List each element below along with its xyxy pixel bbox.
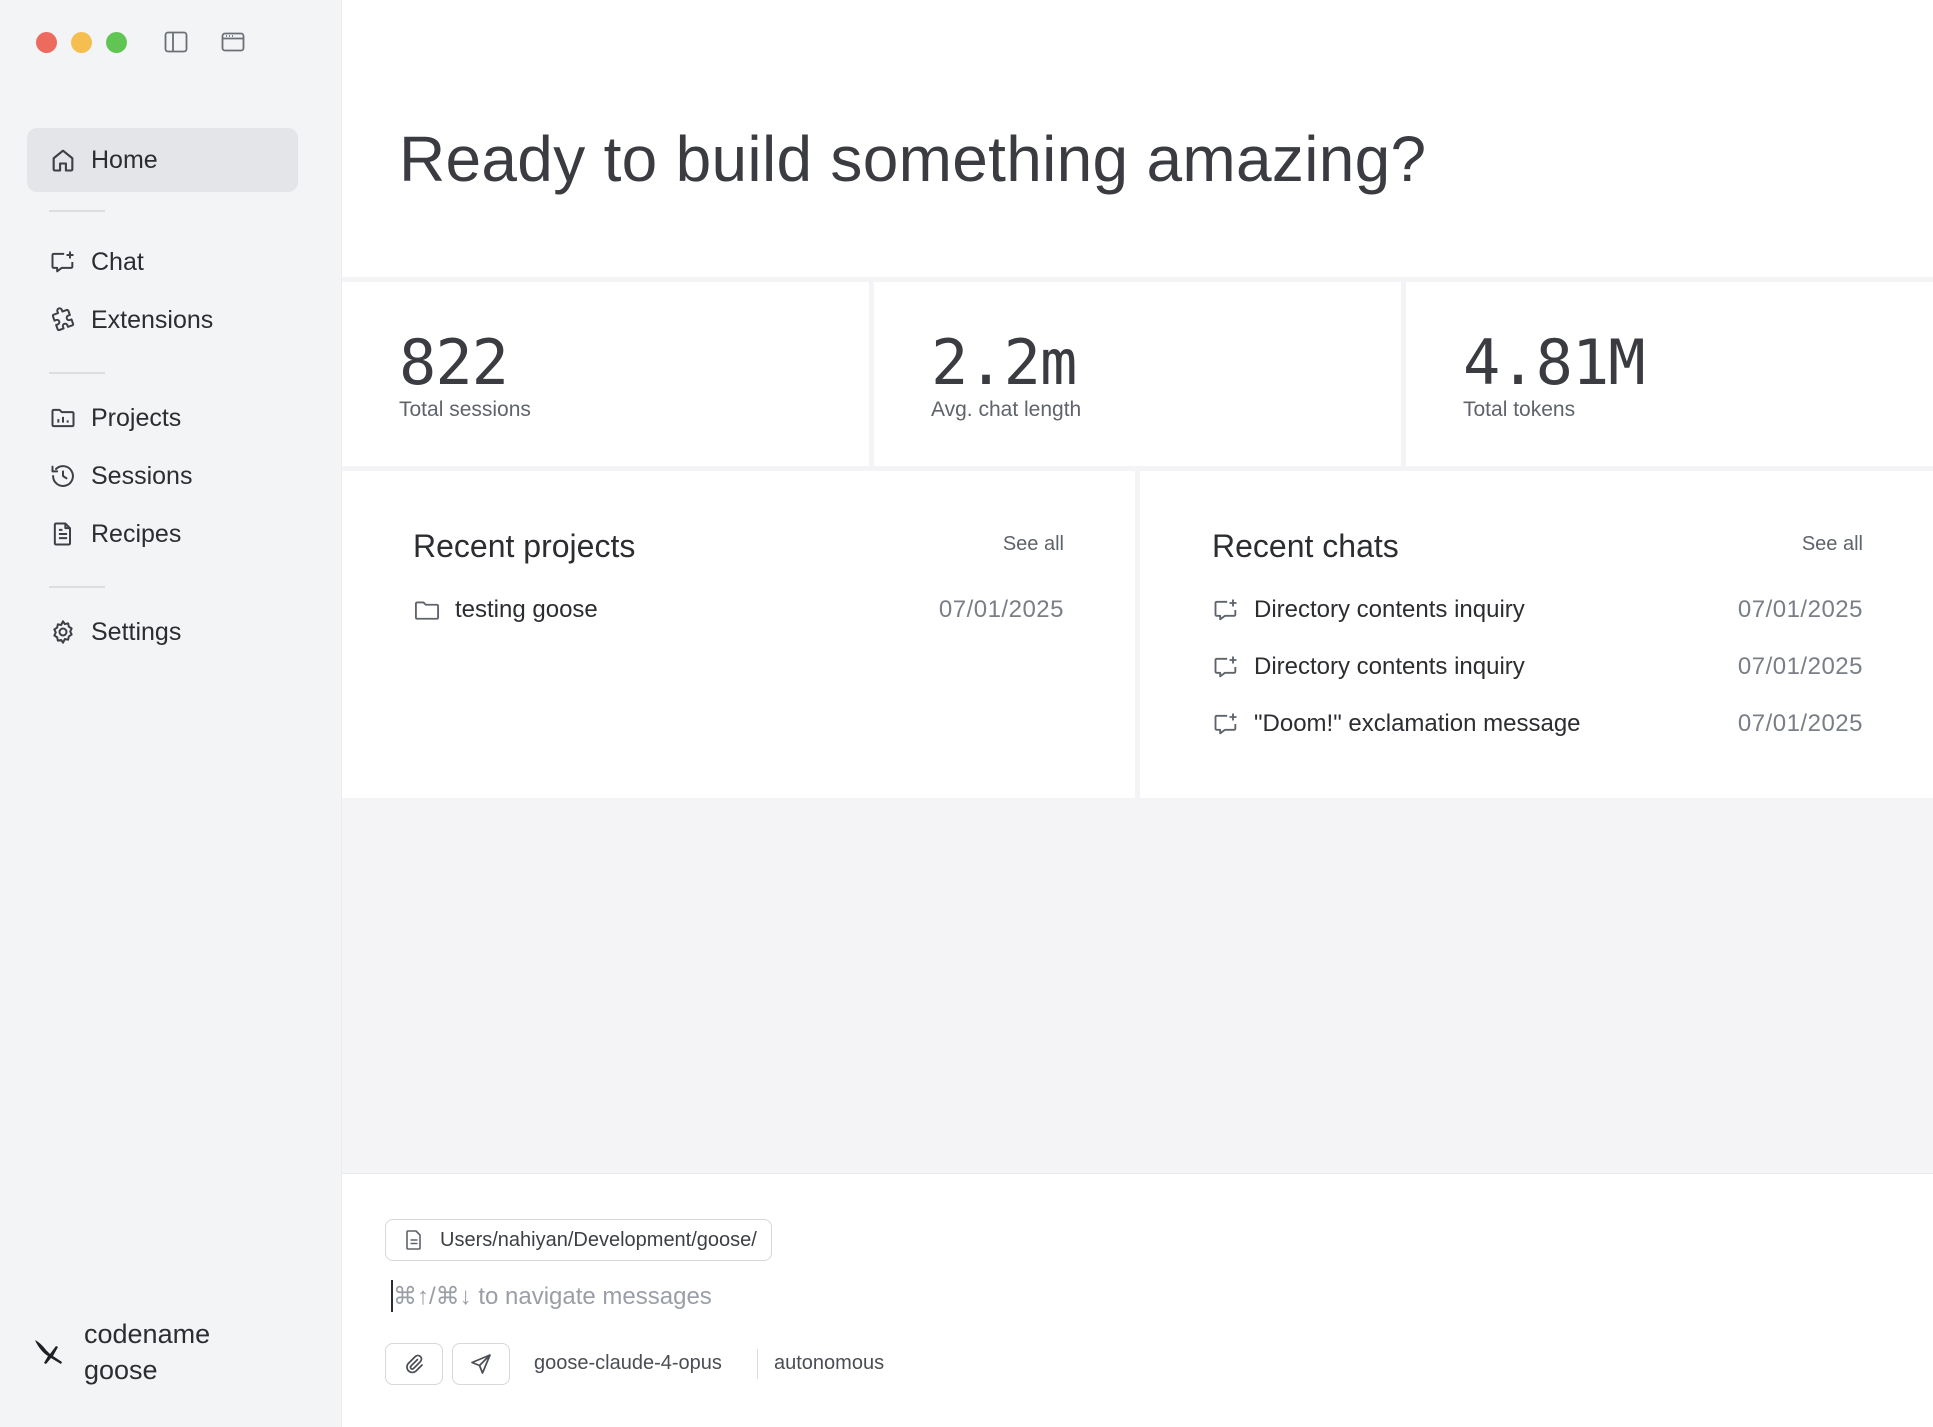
sidebar-item-sessions[interactable]: Sessions (27, 448, 298, 504)
list-item[interactable]: Directory contents inquiry 07/01/2025 (1212, 647, 1863, 687)
stat-card-chat-length: 2.2m Avg. chat length (874, 282, 1401, 466)
message-input[interactable] (391, 1278, 1875, 1316)
sidebar-item-chat[interactable]: Chat (27, 234, 298, 290)
sidebar-item-label: Settings (91, 617, 182, 646)
stat-value: 2.2m (931, 326, 1077, 399)
list-item[interactable]: testing goose 07/01/2025 (413, 590, 1064, 630)
chat-title: "Doom!" exclamation message (1254, 710, 1581, 737)
window-controls (36, 32, 127, 53)
document-icon (402, 1228, 426, 1252)
attach-button[interactable] (385, 1343, 443, 1385)
send-button[interactable] (452, 1343, 510, 1385)
brand-name-line2: goose (84, 1355, 158, 1385)
sidebar-item-label: Chat (91, 247, 144, 276)
close-window-button[interactable] (36, 32, 57, 53)
sidebar-item-projects[interactable]: Projects (27, 390, 298, 446)
panel-title: Recent chats (1212, 528, 1399, 564)
brand-name-line1: codename (84, 1319, 211, 1349)
sidebar-item-label: Sessions (91, 461, 193, 490)
folder-chart-icon (49, 404, 77, 432)
brand: codename goose (32, 1316, 210, 1388)
list-item[interactable]: Directory contents inquiry 07/01/2025 (1212, 590, 1863, 630)
recent-chats-panel: Recent chats See all Directory contents … (1140, 471, 1933, 798)
send-icon (469, 1352, 493, 1376)
panel-title: Recent projects (413, 528, 636, 564)
sidebar-item-extensions[interactable]: Extensions (27, 292, 298, 348)
chat-date: 07/01/2025 (1737, 653, 1863, 680)
working-directory-path: Users/nahiyan/Development/goose/ (440, 1228, 757, 1251)
chat-icon (1212, 653, 1240, 681)
chat-date: 07/01/2025 (1737, 596, 1863, 623)
working-directory-chip[interactable]: Users/nahiyan/Development/goose/ (385, 1219, 772, 1261)
gear-icon (49, 618, 77, 646)
recent-projects-panel: Recent projects See all testing goose 07… (342, 471, 1135, 798)
chat-title: Directory contents inquiry (1254, 596, 1525, 623)
stat-card-tokens: 4.81M Total tokens (1406, 282, 1933, 466)
divider (757, 1349, 758, 1379)
puzzle-icon (49, 306, 77, 334)
list-item[interactable]: "Doom!" exclamation message 07/01/2025 (1212, 704, 1863, 744)
hero: Ready to build something amazing? (342, 0, 1933, 277)
sidebar-item-label: Home (91, 145, 158, 174)
app-window: Home Chat Extensions Projects Sessions R… (0, 0, 1933, 1427)
document-icon (49, 520, 77, 548)
stat-value: 4.81M (1463, 326, 1646, 399)
stat-label: Total tokens (1463, 398, 1576, 421)
zoom-window-button[interactable] (106, 32, 127, 53)
sidebar-item-label: Extensions (91, 305, 214, 334)
see-all-chats-link[interactable]: See all (1802, 533, 1863, 556)
text-caret (391, 1280, 393, 1312)
page-title: Ready to build something amazing? (399, 123, 1427, 195)
sidebar-nav: Home Chat Extensions Projects Sessions R… (27, 128, 298, 660)
sidebar-toggle-icon[interactable] (164, 31, 188, 53)
sidebar-item-home[interactable]: Home (27, 128, 298, 192)
chat-icon (1212, 710, 1240, 738)
stat-label: Avg. chat length (931, 398, 1082, 421)
home-icon (49, 146, 77, 174)
paperclip-icon (402, 1352, 426, 1376)
see-all-projects-link[interactable]: See all (1003, 533, 1064, 556)
chat-icon (49, 248, 77, 276)
folder-icon (413, 596, 441, 624)
minimize-window-button[interactable] (71, 32, 92, 53)
history-icon (49, 462, 77, 490)
chat-icon (1212, 596, 1240, 624)
sidebar-item-recipes[interactable]: Recipes (27, 506, 298, 562)
stat-label: Total sessions (399, 398, 531, 421)
stat-value: 822 (399, 326, 509, 399)
chat-date: 07/01/2025 (1737, 710, 1863, 737)
project-date: 07/01/2025 (938, 596, 1064, 623)
goose-logo-icon (32, 1334, 68, 1370)
main-content: Ready to build something amazing? 822 To… (341, 0, 1933, 1427)
sidebar-item-label: Projects (91, 403, 182, 432)
chat-title: Directory contents inquiry (1254, 653, 1525, 680)
model-selector[interactable]: goose-claude-4-opus (534, 1352, 722, 1375)
sidebar-item-label: Recipes (91, 519, 182, 548)
sidebar: Home Chat Extensions Projects Sessions R… (0, 0, 341, 1427)
stat-card-sessions: 822 Total sessions (342, 282, 869, 466)
sidebar-item-settings[interactable]: Settings (27, 604, 298, 660)
mode-selector[interactable]: autonomous (774, 1352, 884, 1375)
project-name: testing goose (455, 596, 598, 623)
composer: Users/nahiyan/Development/goose/ ⌘↑/⌘↓ t… (342, 1173, 1933, 1427)
browser-window-icon[interactable] (221, 31, 245, 53)
